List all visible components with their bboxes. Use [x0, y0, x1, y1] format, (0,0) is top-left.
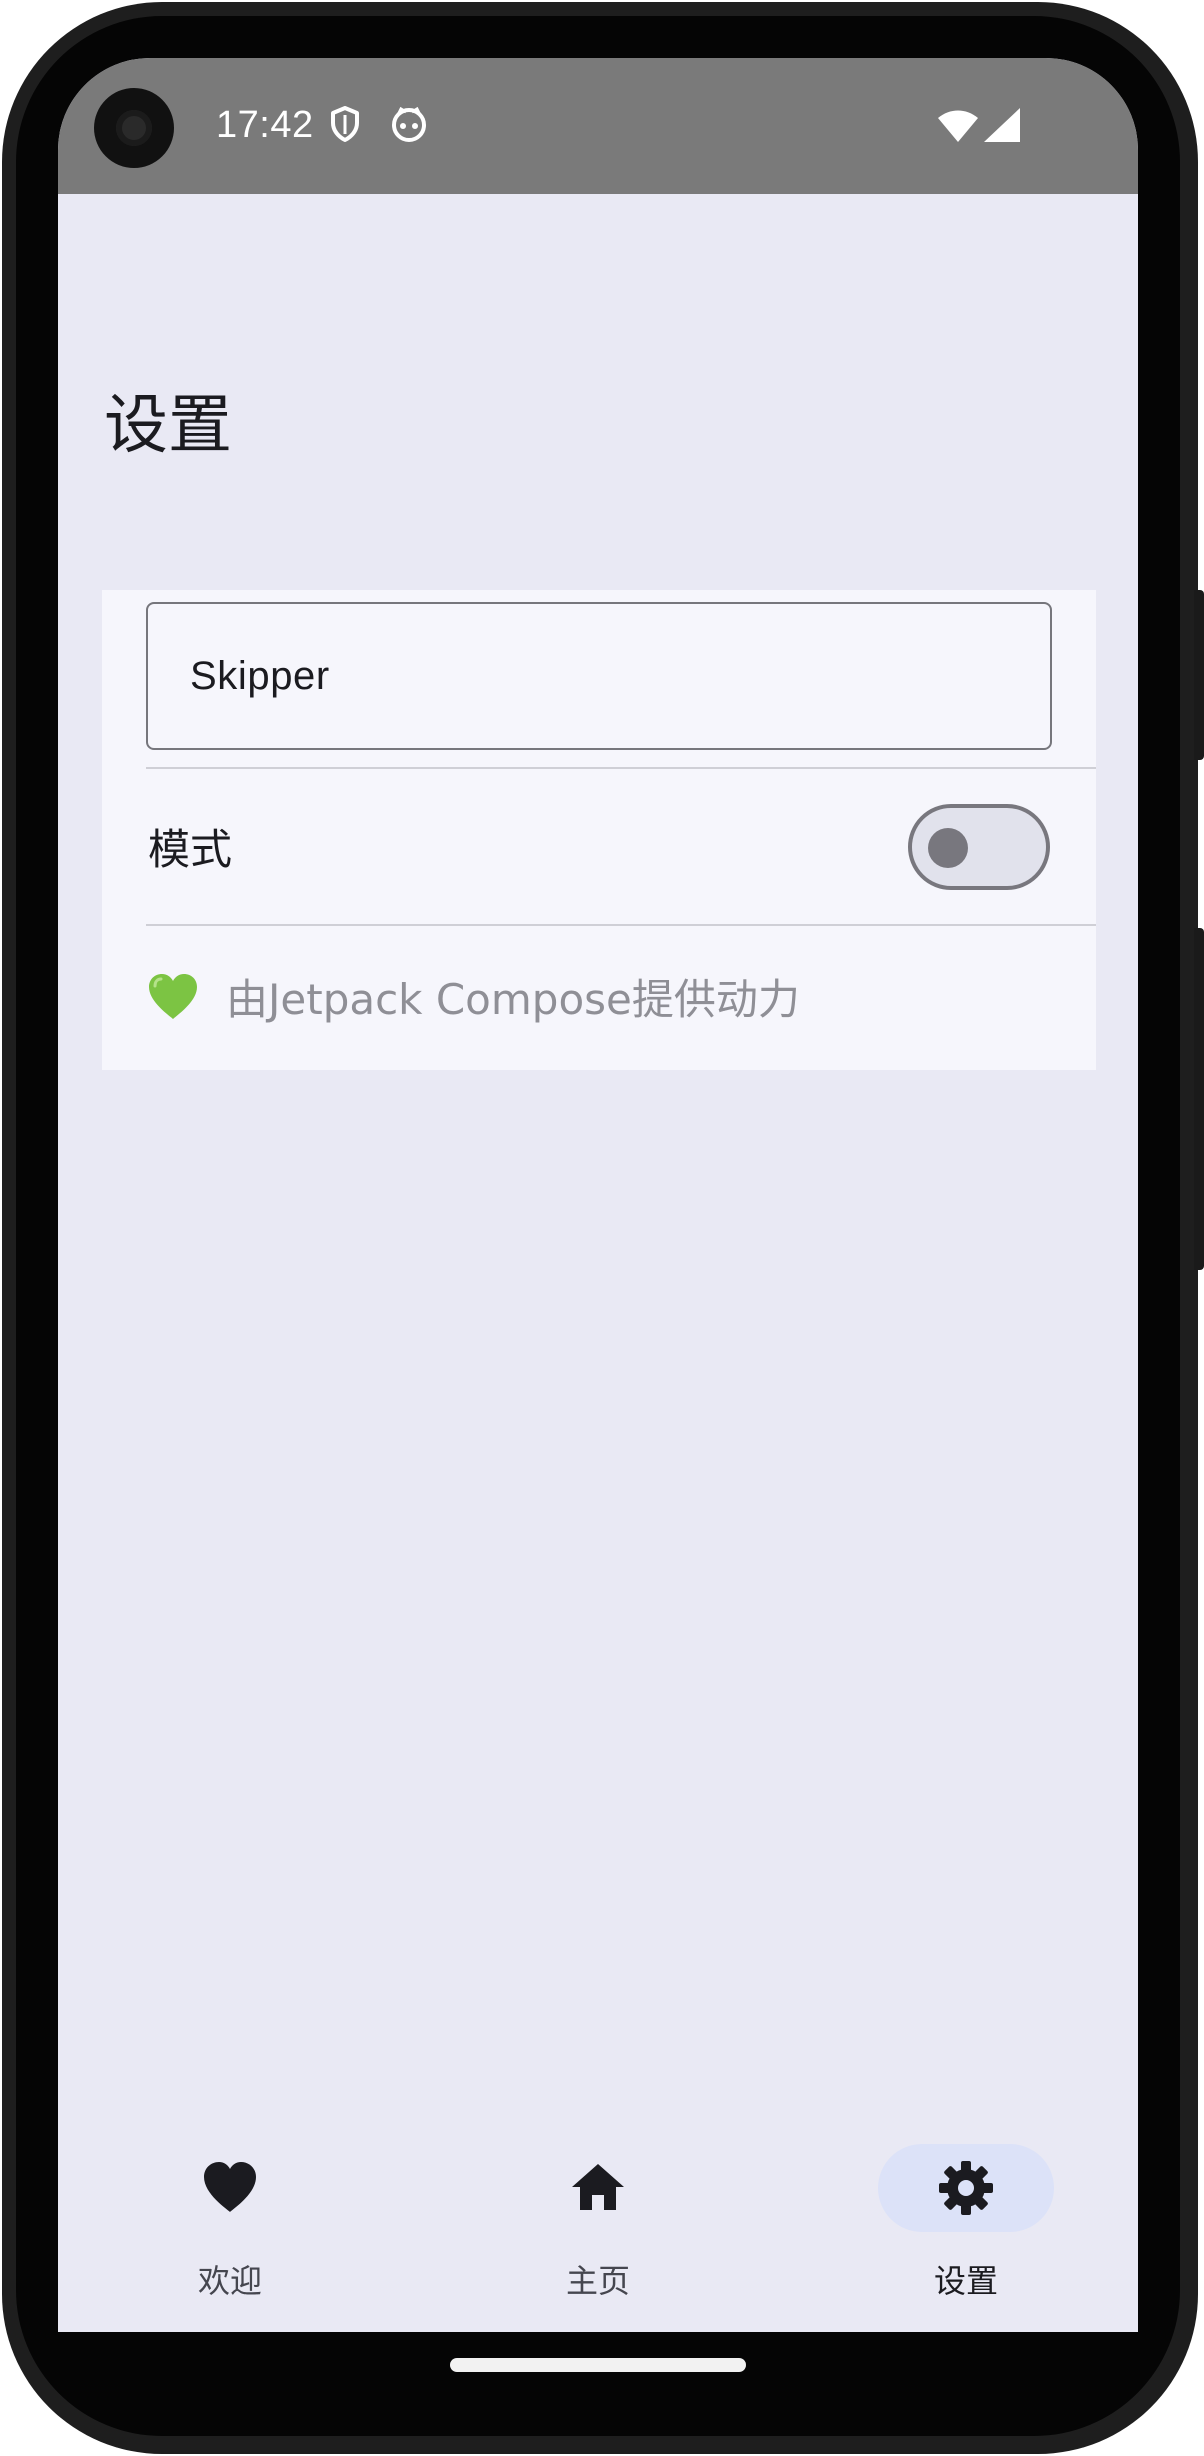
powered-by-note: 由Jetpack Compose提供动力: [146, 966, 800, 1027]
divider: [146, 924, 1096, 926]
settings-card: 模式 由Jetpack Compose提供动力: [102, 590, 1096, 1070]
cat-icon: [391, 106, 427, 146]
bottom-navigation-bar: 欢迎 主页 设置: [58, 2138, 1138, 2332]
mode-toggle-switch[interactable]: [908, 804, 1050, 890]
home-icon: [572, 2164, 624, 2210]
front-camera: [94, 88, 174, 168]
heart-icon: [204, 2162, 256, 2212]
nav-label: 设置: [933, 2262, 998, 2300]
nav-label: 主页: [565, 2262, 630, 2300]
shield-icon: [330, 106, 360, 146]
name-text-field[interactable]: [146, 602, 1052, 750]
divider: [146, 767, 1096, 769]
home-indicator[interactable]: [450, 2358, 746, 2372]
gear-icon: [939, 2161, 993, 2215]
status-bar: 17:42: [58, 58, 1138, 194]
toggle-thumb: [928, 828, 968, 868]
power-button: [1194, 590, 1204, 760]
green-heart-icon: [149, 973, 197, 1019]
screen: 17:42 设置 Skipper 模式 由Jetpack Compose提供动力…: [58, 58, 1138, 2332]
nav-item-settings[interactable]: 设置: [866, 2138, 1066, 2300]
status-time: 17:42: [216, 104, 314, 146]
mode-label: 模式: [148, 825, 233, 874]
volume-button: [1194, 928, 1204, 1270]
nav-item-welcome[interactable]: 欢迎: [130, 2138, 330, 2300]
wifi-icon: [938, 110, 978, 146]
nav-item-home[interactable]: 主页: [498, 2138, 698, 2300]
nav-label: 欢迎: [197, 2262, 262, 2300]
powered-by-text: 由Jetpack Compose提供动力: [226, 975, 800, 1024]
signal-icon: [984, 108, 1020, 146]
phone-device: 17:42 设置 Skipper 模式 由Jetpack Compose提供动力…: [0, 0, 1204, 2456]
page-title: 设置: [104, 389, 232, 463]
